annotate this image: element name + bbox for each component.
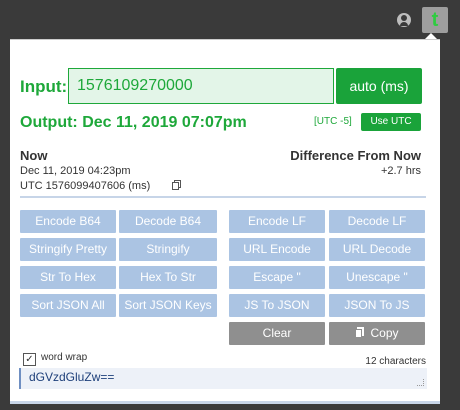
- unescape-quote-button[interactable]: Unescape ": [329, 266, 425, 289]
- clipboard-icon: [355, 327, 365, 338]
- difference-value: +2.7 hrs: [380, 165, 421, 177]
- user-circle-icon[interactable]: [397, 13, 411, 27]
- extension-popup: Input: auto (ms) Output: Dec 11, 2019 07…: [10, 39, 440, 404]
- encode-b64-button[interactable]: Encode B64: [20, 210, 116, 233]
- str-to-hex-button[interactable]: Str To Hex: [20, 266, 116, 289]
- copy-icon[interactable]: [172, 180, 181, 190]
- use-utc-button[interactable]: Use UTC: [361, 113, 421, 131]
- word-wrap-checkbox[interactable]: ✓: [23, 353, 36, 366]
- bottom-scrollbar[interactable]: [10, 401, 440, 404]
- sort-json-all-button[interactable]: Sort JSON All: [20, 294, 116, 317]
- decode-b64-button[interactable]: Decode B64: [119, 210, 217, 233]
- clear-button[interactable]: Clear: [229, 322, 325, 345]
- resize-handle[interactable]: [417, 379, 424, 386]
- hex-to-str-button[interactable]: Hex To Str: [119, 266, 217, 289]
- js-to-json-button[interactable]: JS To JSON: [229, 294, 325, 317]
- stringify-button[interactable]: Stringify: [119, 238, 217, 261]
- auto-ms-button[interactable]: auto (ms): [336, 68, 422, 104]
- word-wrap-label: word wrap: [41, 352, 88, 363]
- json-to-js-button[interactable]: JSON To JS: [329, 294, 425, 317]
- sort-json-keys-button[interactable]: Sort JSON Keys: [119, 294, 217, 317]
- input-label: Input:: [20, 77, 68, 96]
- stringify-pretty-button[interactable]: Stringify Pretty: [20, 238, 116, 261]
- escape-quote-button[interactable]: Escape ": [229, 266, 325, 289]
- encode-lf-button[interactable]: Encode LF: [229, 210, 325, 233]
- t-extension-icon[interactable]: t: [422, 7, 448, 33]
- character-count: 12 characters: [365, 356, 426, 367]
- divider: [20, 196, 426, 198]
- utc-offset-label: [UTC -5]: [314, 116, 352, 127]
- copy-button[interactable]: Copy: [329, 322, 425, 345]
- copy-button-label: Copy: [370, 326, 399, 340]
- difference-heading: Difference From Now: [290, 148, 421, 163]
- browser-toolbar: t: [0, 0, 460, 38]
- url-encode-button[interactable]: URL Encode: [229, 238, 325, 261]
- result-text: dGVzdGluZw==: [29, 370, 115, 384]
- now-utc-timestamp: UTC 1576099407606 (ms): [20, 180, 151, 192]
- decode-lf-button[interactable]: Decode LF: [329, 210, 425, 233]
- now-date: Dec 11, 2019 04:23pm: [20, 165, 131, 177]
- result-textarea[interactable]: dGVzdGluZw==: [19, 368, 427, 389]
- timestamp-input[interactable]: [68, 68, 334, 104]
- url-decode-button[interactable]: URL Decode: [329, 238, 425, 261]
- now-heading: Now: [20, 148, 48, 163]
- output-text: Output: Dec 11, 2019 07:07pm: [20, 114, 247, 131]
